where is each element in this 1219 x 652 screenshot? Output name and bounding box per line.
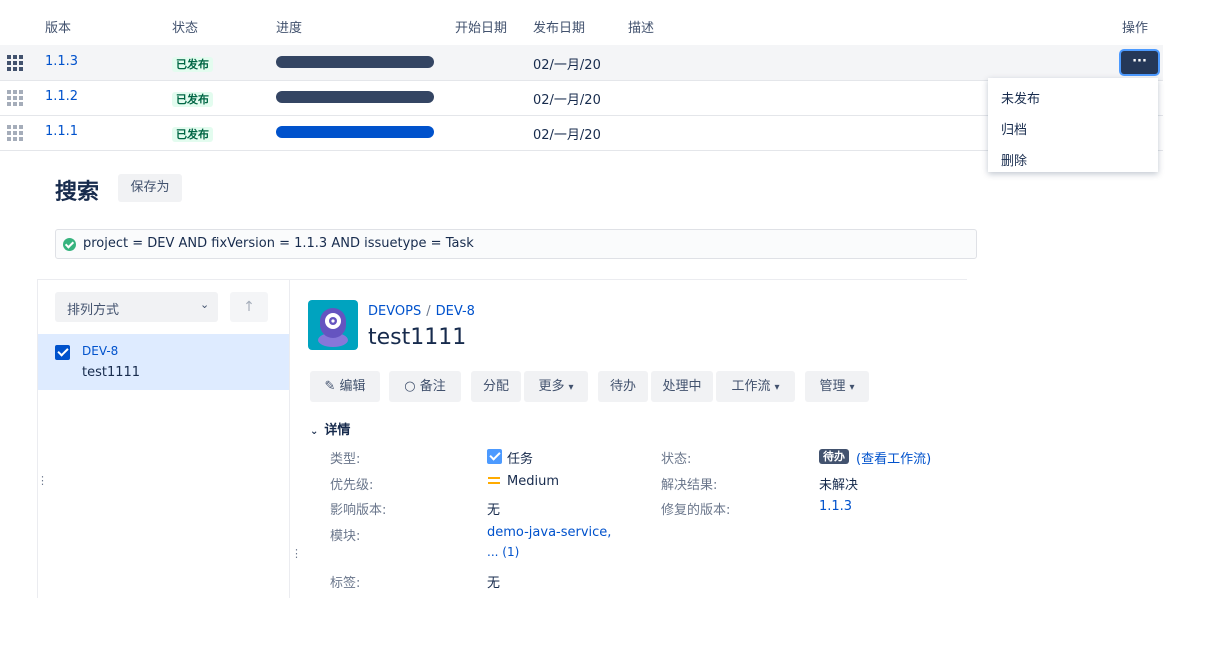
affects-version-value: 无 — [487, 503, 501, 518]
resize-handle-icon[interactable]: ⋮ — [37, 474, 48, 487]
progress-bar — [276, 56, 434, 68]
col-header-description: 描述 — [628, 21, 655, 36]
col-header-version[interactable]: 版本 — [45, 17, 71, 36]
chevron-down-icon: ▾ — [849, 382, 855, 393]
version-row[interactable]: 1.1.3 已发布 02/一月/20 — [0, 45, 1163, 81]
col-header-actions: 操作 — [1122, 21, 1149, 36]
drag-handle-icon[interactable] — [7, 55, 25, 71]
progress-bar — [276, 91, 434, 103]
page-title: 搜索 — [55, 180, 100, 205]
admin-label: 管理 — [819, 379, 846, 394]
labels-label: 标签: — [330, 576, 361, 591]
release-date: 02/一月/20 — [533, 93, 601, 108]
actions-dropdown-menu: 未发布 归档 删除 — [988, 78, 1158, 172]
chevron-down-icon: ▾ — [774, 382, 780, 393]
col-header-release-date[interactable]: 发布日期 — [533, 17, 585, 36]
comment-icon: ○ — [404, 379, 416, 394]
workflow-label: 工作流 — [731, 379, 771, 394]
more-button[interactable]: 更多 ▾ — [524, 371, 588, 402]
status-badge: 已发布 — [172, 127, 213, 142]
divider — [289, 280, 290, 598]
release-date: 02/一月/20 — [533, 58, 601, 73]
version-link[interactable]: 1.1.3 — [45, 54, 78, 69]
affects-version-label: 影响版本: — [330, 503, 387, 518]
in-progress-button[interactable]: 处理中 — [651, 371, 713, 402]
assign-button[interactable]: 分配 — [471, 371, 521, 402]
fix-version-link[interactable]: 1.1.3 — [819, 499, 852, 514]
divider — [37, 280, 38, 598]
edit-label: 编辑 — [339, 379, 366, 394]
issue-checkbox[interactable] — [55, 345, 70, 360]
status-badge: 已发布 — [172, 92, 213, 107]
sort-by-dropdown[interactable]: 排列方式 ⌄ — [55, 292, 218, 322]
version-link[interactable]: 1.1.2 — [45, 89, 78, 104]
release-date: 02/一月/20 — [533, 128, 601, 143]
more-label: 更多 — [538, 379, 565, 394]
todo-button[interactable]: 待办 — [598, 371, 648, 402]
drag-handle-icon[interactable] — [7, 125, 25, 141]
resolution-value: 未解决 — [819, 478, 859, 493]
sort-direction-button[interactable]: ↑ — [230, 292, 268, 322]
chevron-down-icon: ⌄ — [200, 298, 210, 311]
pencil-icon: ✎ — [324, 379, 336, 394]
col-header-start-date[interactable]: 开始日期 — [455, 17, 507, 36]
progress-bar — [276, 126, 434, 138]
col-header-progress: 进度 — [276, 21, 303, 36]
type-value: 任务 — [507, 452, 534, 467]
chevron-down-icon: ⌄ — [310, 426, 319, 437]
sort-by-label: 排列方式 — [67, 303, 120, 318]
priority-value: Medium — [507, 474, 559, 489]
admin-button[interactable]: 管理 ▾ — [805, 371, 869, 402]
workflow-button[interactable]: 工作流 ▾ — [716, 371, 795, 402]
status-badge: 待办 — [819, 449, 849, 464]
divider — [37, 279, 967, 280]
drag-handle-icon[interactable] — [7, 90, 25, 106]
labels-value: 无 — [487, 576, 501, 591]
view-workflow-link[interactable]: (查看工作流) — [856, 448, 931, 467]
priority-label: 优先级: — [330, 478, 374, 493]
priority-medium-icon — [488, 477, 500, 485]
issue-key: DEV-8 — [82, 344, 119, 358]
menu-item-delete[interactable]: 删除 — [1001, 150, 1027, 169]
valid-check-icon — [63, 238, 76, 251]
breadcrumb-issue-link[interactable]: DEV-8 — [436, 304, 475, 319]
edit-button[interactable]: ✎ 编辑 — [310, 371, 380, 402]
project-avatar — [308, 300, 358, 350]
save-as-button[interactable]: 保存为 — [118, 174, 182, 202]
menu-item-archive[interactable]: 归档 — [1001, 119, 1027, 138]
jql-query-input[interactable]: project = DEV AND fixVersion = 1.1.3 AND… — [55, 229, 977, 259]
status-label: 状态: — [661, 452, 692, 467]
chevron-down-icon: ▾ — [568, 382, 574, 393]
breadcrumb-project-link[interactable]: DEVOPS — [368, 304, 421, 319]
comment-label: 备注 — [419, 379, 446, 394]
component-label: 模块: — [330, 529, 361, 544]
issue-title[interactable]: test1111 — [368, 325, 466, 350]
list-item[interactable]: DEV-8 test1111 — [38, 334, 289, 390]
type-label: 类型: — [330, 452, 361, 467]
status-badge: 已发布 — [172, 57, 213, 72]
resize-handle-icon[interactable]: ⋮ — [291, 547, 302, 560]
breadcrumb: DEVOPS / DEV-8 — [368, 304, 475, 319]
details-heading: 详情 — [324, 423, 351, 438]
comment-button[interactable]: ○ 备注 — [389, 371, 461, 402]
component-more-link[interactable]: ... (1) — [487, 545, 519, 559]
fix-version-label: 修复的版本: — [661, 503, 731, 518]
resolution-label: 解决结果: — [661, 478, 718, 493]
jql-query-text: project = DEV AND fixVersion = 1.1.3 AND… — [83, 236, 474, 251]
component-link[interactable]: demo-java-service, — [487, 525, 611, 540]
col-header-status[interactable]: 状态 — [172, 17, 198, 36]
details-section-toggle[interactable]: ⌄ 详情 — [310, 419, 350, 438]
task-type-icon — [487, 449, 502, 464]
menu-item-unrelease[interactable]: 未发布 — [1001, 88, 1040, 107]
more-actions-button[interactable]: ··· — [1121, 51, 1158, 74]
issue-summary: test1111 — [82, 365, 141, 380]
version-link[interactable]: 1.1.1 — [45, 124, 78, 139]
